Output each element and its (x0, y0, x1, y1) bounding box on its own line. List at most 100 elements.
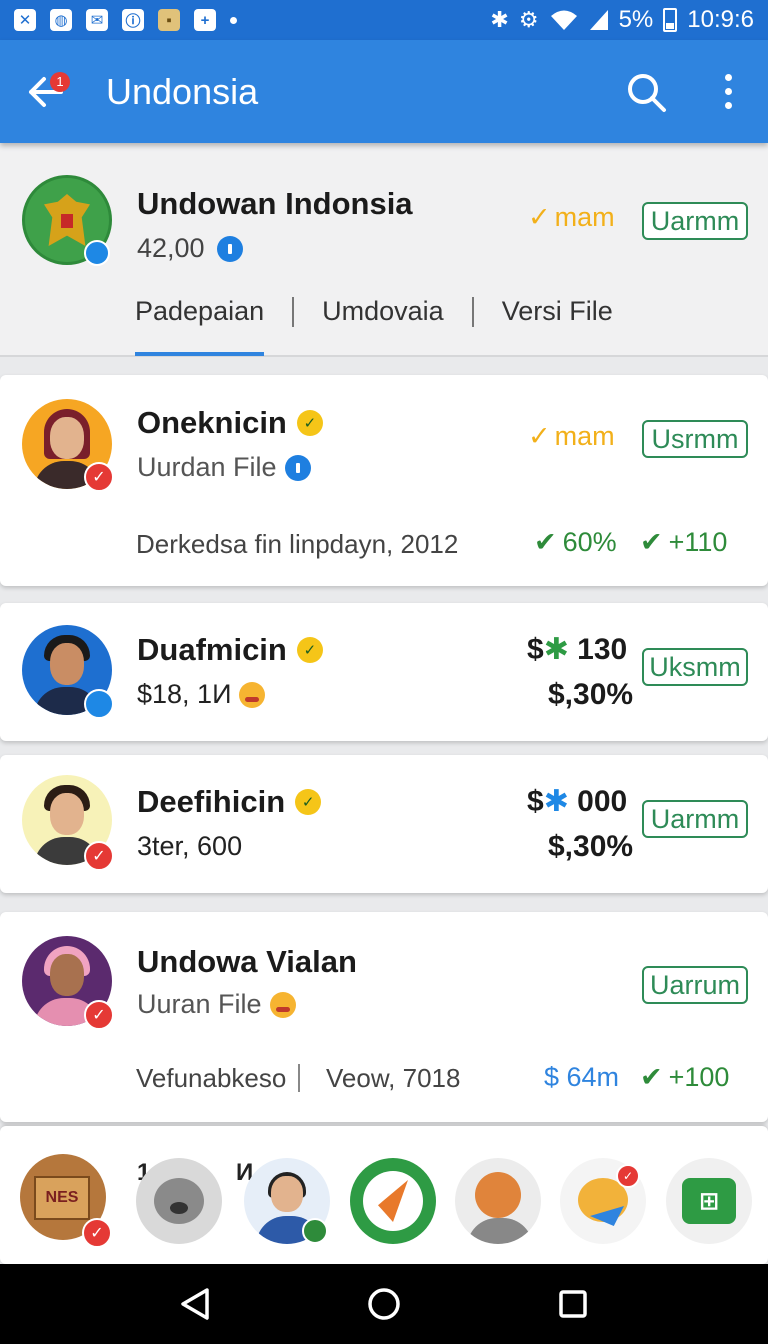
tab-versi-file[interactable]: Versi File (502, 280, 613, 356)
check-icon: ✔ (534, 527, 557, 557)
check-badge-icon: ✓ (84, 462, 114, 492)
header-mam-link[interactable]: ✓ mam (528, 202, 615, 233)
stat-value: +110 (668, 527, 728, 557)
nav-recents-button[interactable] (543, 1274, 603, 1334)
triangle-back-icon (180, 1288, 209, 1320)
page-title: Undonsia (106, 70, 259, 112)
app-bar: 1 Undonsia (0, 40, 768, 143)
compass-app-avatar[interactable] (350, 1158, 436, 1244)
system-nav-bar (0, 1264, 768, 1344)
circle-home-icon (368, 1288, 400, 1320)
check-badge-icon: ✓ (84, 841, 114, 871)
online-badge-icon (302, 1218, 328, 1244)
garuda-emblem-icon (44, 194, 90, 246)
card-mam-link[interactable]: ✓ mam (528, 421, 615, 452)
dot-icon (724, 102, 732, 109)
battery-percent: 5% (618, 6, 654, 33)
tab-umdovaia[interactable]: Umdovaia (322, 280, 444, 356)
card-name: Undowa Vialan (137, 944, 357, 979)
suggested-avatars-strip: NES ✓ 1 И ✓ ⊞ (0, 1126, 768, 1264)
notification-badge: 1 (50, 71, 70, 92)
check-icon: ✔ (640, 1062, 663, 1092)
tab-divider (292, 297, 295, 327)
user-badge-icon (84, 689, 114, 719)
card-action-button[interactable]: Uksmm (642, 648, 748, 686)
price-symbol: ✱ (543, 785, 569, 818)
data-icon: ⚙ (518, 7, 539, 32)
card-subtitle: $18, 1И (137, 679, 266, 710)
bluetooth-icon: ✱ (490, 7, 509, 32)
box-label: NES (34, 1176, 90, 1220)
battery-icon (663, 8, 678, 32)
info-icon[interactable] (216, 235, 243, 262)
card-price: $✱ 130 (527, 632, 627, 667)
card-stat-amount: $ 64m (544, 1062, 620, 1092)
card-price: $✱ 000 (527, 784, 627, 819)
tab-padepaian[interactable]: Padepaian (135, 280, 265, 356)
wifi-icon (550, 10, 577, 30)
card-action-button[interactable]: Uarmm (642, 800, 748, 838)
card-title: Deefihicin ✓ (137, 784, 322, 820)
price-prefix: $ (527, 785, 544, 818)
header-action-button[interactable]: Uarmm (642, 202, 748, 240)
check-icon: ✔ (640, 527, 663, 557)
app-avatar[interactable]: ⊞ (666, 1158, 752, 1244)
count-value: 42,00 (137, 233, 205, 263)
price-symbol: ✱ (543, 633, 569, 666)
cartoon-avatar[interactable] (455, 1158, 541, 1244)
more-notifications-icon (230, 16, 237, 24)
info-icon: ⓘ (122, 9, 144, 31)
price-value: 000 (577, 785, 628, 818)
more-options-button[interactable] (698, 62, 758, 122)
basketball-icon: ◍ (50, 9, 72, 31)
card-subtitle-text: $18, 1И (137, 679, 232, 709)
nav-back-button[interactable] (165, 1274, 225, 1334)
price-value: 130 (577, 633, 628, 666)
dot-icon (724, 74, 732, 81)
card-subtitle-text: Uuran File (137, 989, 262, 1019)
back-button[interactable]: 1 (6, 52, 86, 132)
app-notification-icon: ✕ (14, 9, 36, 31)
card-subtitle-text: 3ter, 600 (137, 831, 243, 861)
search-icon (628, 73, 666, 112)
card-name: Duafmicin (137, 632, 287, 667)
edit-badge-icon (84, 240, 110, 266)
card-subtitle: Uurdan File (137, 452, 311, 483)
pencil-icon: ✓ (528, 421, 551, 451)
emoji-icon (269, 991, 296, 1018)
card-link-label: mam (554, 421, 615, 451)
check-badge-icon: ✓ (84, 1000, 114, 1030)
price-prefix: $ (527, 633, 544, 666)
meta-divider (298, 1064, 300, 1092)
card-action-button[interactable]: Usrmm (642, 420, 748, 458)
clock: 10:9:6 (687, 6, 754, 33)
profile-name: Undowan Indonsia (137, 186, 413, 221)
nav-home-button[interactable] (354, 1274, 414, 1334)
verified-icon: ✓ (296, 637, 323, 663)
profile-count: 42,00 (137, 233, 243, 264)
card-title: Oneknicin ✓ (137, 405, 323, 441)
stat-value: +100 (668, 1062, 730, 1092)
card-name: Oneknicin (137, 405, 287, 440)
signal-icon (589, 10, 608, 30)
verified-icon: ✓ (295, 789, 322, 815)
search-button[interactable] (616, 62, 676, 122)
card-name: Deefihicin (137, 784, 286, 819)
status-bar: ✕ ◍ ✉ ⓘ ▪ + ✱ ⚙ 5% 10:9:6 (0, 0, 768, 40)
check-badge-icon: ✓ (616, 1164, 640, 1188)
card-subtitle: 3ter, 600 (137, 831, 242, 862)
card-title: Undowa Vialan (137, 944, 357, 980)
card-subtitle: Uuran File (137, 989, 296, 1020)
header-link-label: mam (554, 202, 615, 232)
tab-bar: Padepaian Umdovaia Versi File (135, 280, 613, 356)
card-title: Duafmicin ✓ (137, 632, 323, 668)
emoji-icon (239, 681, 266, 708)
plus-square-icon: + (194, 9, 216, 31)
card-price-change: $,30% (548, 830, 634, 863)
card-stat-percent: ✔ 60% (534, 527, 617, 558)
dot-icon (724, 88, 732, 95)
card-action-button[interactable]: Uarrum (642, 966, 748, 1004)
info-icon (284, 454, 311, 481)
app-icon: ⊞ (682, 1178, 736, 1224)
koala-avatar[interactable] (136, 1158, 222, 1244)
